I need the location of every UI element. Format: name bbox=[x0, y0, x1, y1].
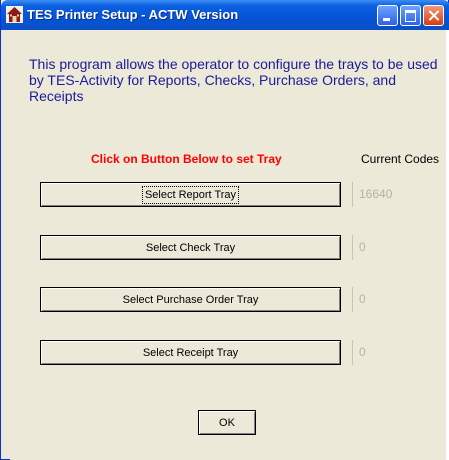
minimize-icon[interactable] bbox=[377, 5, 398, 26]
house-icon bbox=[6, 6, 23, 23]
select-receipt-tray-button[interactable]: Select Receipt Tray bbox=[40, 340, 341, 365]
title-bar[interactable]: TES Printer Setup - ACTW Version bbox=[1, 0, 449, 30]
select-purchase-order-tray-label: Select Purchase Order Tray bbox=[122, 293, 259, 306]
select-report-tray-button[interactable]: Select Report Tray bbox=[40, 182, 341, 207]
window-title: TES Printer Setup - ACTW Version bbox=[27, 7, 239, 22]
ok-button[interactable]: OK bbox=[198, 410, 256, 435]
report-tray-code: 16640 bbox=[352, 182, 442, 207]
select-check-tray-label: Select Check Tray bbox=[145, 241, 236, 254]
close-icon[interactable] bbox=[423, 5, 444, 26]
instruction-label: Click on Button Below to set Tray bbox=[91, 152, 282, 166]
purchase-order-tray-code: 0 bbox=[352, 287, 442, 312]
printer-setup-window: TES Printer Setup - ACTW Version This pr… bbox=[0, 0, 449, 460]
select-purchase-order-tray-button[interactable]: Select Purchase Order Tray bbox=[40, 287, 341, 312]
select-receipt-tray-label: Select Receipt Tray bbox=[142, 346, 239, 359]
check-tray-code: 0 bbox=[352, 235, 442, 260]
select-check-tray-button[interactable]: Select Check Tray bbox=[40, 235, 341, 260]
receipt-tray-code: 0 bbox=[352, 340, 442, 365]
select-report-tray-label: Select Report Tray bbox=[141, 185, 240, 204]
maximize-icon[interactable] bbox=[400, 5, 421, 26]
description-text: This program allows the operator to conf… bbox=[29, 56, 438, 104]
current-codes-label: Current Codes bbox=[361, 152, 440, 166]
